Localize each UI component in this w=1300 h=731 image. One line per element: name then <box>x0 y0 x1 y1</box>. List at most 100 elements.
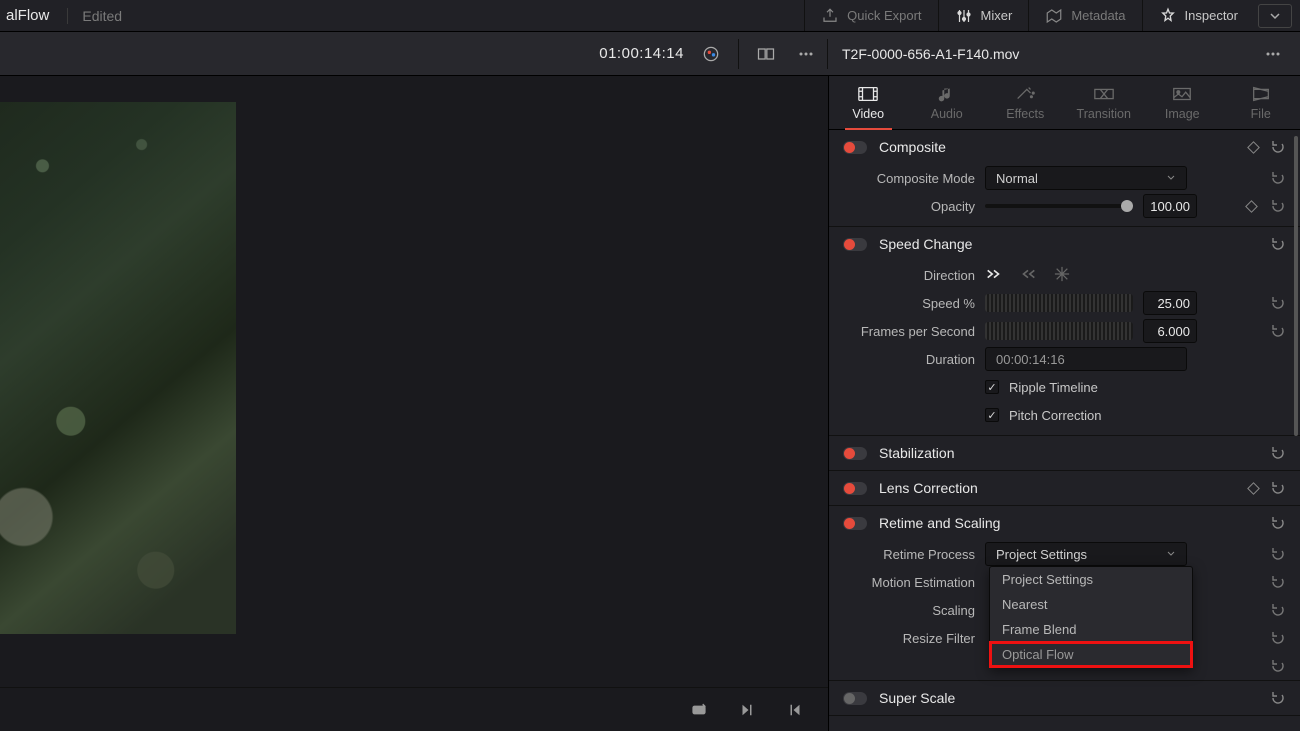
retime-extra-reset[interactable] <box>1270 658 1286 674</box>
speed-pct-slider[interactable] <box>985 294 1133 312</box>
fps-value[interactable]: 6.000 <box>1143 319 1197 343</box>
reverse-icon <box>1019 266 1037 282</box>
menu-item-nearest[interactable]: Nearest <box>990 592 1192 617</box>
pitch-checkbox[interactable] <box>985 408 999 422</box>
inspector-options-button[interactable] <box>1260 41 1286 67</box>
opacity-label: Opacity <box>843 199 975 214</box>
timecode-display: 01:00:14:14 <box>599 45 684 62</box>
scrollbar[interactable] <box>1294 136 1298 436</box>
speed-reset[interactable] <box>1270 236 1286 252</box>
tab-image[interactable]: Image <box>1143 76 1222 129</box>
chevron-down-icon <box>1166 549 1176 559</box>
loop-icon <box>690 701 708 719</box>
stabilization-toggle[interactable] <box>843 447 867 460</box>
speed-toggle[interactable] <box>843 238 867 251</box>
metadata-button[interactable]: Metadata <box>1028 0 1141 31</box>
transition-tab-icon <box>1093 85 1115 103</box>
superscale-reset[interactable] <box>1270 690 1286 706</box>
opacity-value[interactable]: 100.00 <box>1143 194 1197 218</box>
stabilization-title: Stabilization <box>879 445 1258 461</box>
retime-process-reset[interactable] <box>1270 546 1286 562</box>
composite-keyframe[interactable] <box>1247 141 1260 154</box>
chevron-down-icon <box>1166 173 1176 183</box>
lens-reset[interactable] <box>1270 480 1286 496</box>
mixer-button[interactable]: Mixer <box>938 0 1029 31</box>
ellipsis-icon <box>796 44 816 64</box>
opacity-slider[interactable] <box>985 204 1133 208</box>
retime-reset[interactable] <box>1270 515 1286 531</box>
tab-transition[interactable]: Transition <box>1065 76 1144 129</box>
dual-view-button[interactable] <box>753 41 779 67</box>
direction-forward-button[interactable] <box>985 266 1003 285</box>
effects-tab-icon <box>1014 85 1036 103</box>
color-scope-button[interactable] <box>698 41 724 67</box>
retime-title: Retime and Scaling <box>879 515 1258 531</box>
retime-process-dropdown[interactable]: Project Settings <box>985 542 1187 566</box>
chevron-down-icon <box>1269 11 1281 21</box>
ripple-checkbox[interactable] <box>985 380 999 394</box>
direction-label: Direction <box>843 268 975 283</box>
lens-keyframe[interactable] <box>1247 482 1260 495</box>
direction-freeze-button[interactable] <box>1053 266 1071 285</box>
viewer-area[interactable] <box>0 76 828 731</box>
color-wheel-icon <box>701 44 721 64</box>
duration-field[interactable]: 00:00:14:16 <box>985 347 1187 371</box>
motion-estimation-reset[interactable] <box>1270 574 1286 590</box>
next-clip-button[interactable] <box>734 697 760 723</box>
scaling-reset[interactable] <box>1270 602 1286 618</box>
tab-video[interactable]: Video <box>829 76 908 129</box>
viewer-options-button[interactable] <box>793 41 819 67</box>
file-tab-icon <box>1250 85 1272 103</box>
duration-label: Duration <box>843 352 975 367</box>
direction-reverse-button[interactable] <box>1019 266 1037 285</box>
snowflake-icon <box>1053 266 1071 282</box>
quick-export-button[interactable]: Quick Export <box>804 0 937 31</box>
fps-slider[interactable] <box>985 322 1133 340</box>
audio-tab-icon <box>936 85 958 103</box>
edited-label: Edited <box>67 8 122 24</box>
speed-pct-label: Speed % <box>843 296 975 311</box>
resize-filter-label: Resize Filter <box>843 631 975 646</box>
scaling-label: Scaling <box>843 603 975 618</box>
tab-file[interactable]: File <box>1222 76 1300 129</box>
resize-filter-reset[interactable] <box>1270 630 1286 646</box>
composite-mode-reset[interactable] <box>1270 170 1286 186</box>
composite-reset[interactable] <box>1270 139 1286 155</box>
superscale-toggle[interactable] <box>843 692 867 705</box>
menu-item-optical-flow[interactable]: Optical Flow <box>990 642 1192 667</box>
tab-audio[interactable]: Audio <box>908 76 987 129</box>
image-tab-icon <box>1171 85 1193 103</box>
export-icon <box>821 7 839 25</box>
next-icon <box>738 701 756 719</box>
dual-view-icon <box>756 44 776 64</box>
opacity-keyframe[interactable] <box>1245 200 1258 213</box>
speed-pct-reset[interactable] <box>1270 295 1286 311</box>
lens-toggle[interactable] <box>843 482 867 495</box>
loop-button[interactable] <box>686 697 712 723</box>
speed-pct-value[interactable]: 25.00 <box>1143 291 1197 315</box>
prev-icon <box>786 701 804 719</box>
lens-title: Lens Correction <box>879 480 1237 496</box>
tab-effects[interactable]: Effects <box>986 76 1065 129</box>
forward-icon <box>985 266 1003 282</box>
retime-process-label: Retime Process <box>843 547 975 562</box>
ripple-label: Ripple Timeline <box>1009 380 1098 395</box>
panel-dropdown[interactable] <box>1258 4 1292 28</box>
fps-reset[interactable] <box>1270 323 1286 339</box>
metadata-icon <box>1045 7 1063 25</box>
prev-clip-button[interactable] <box>782 697 808 723</box>
speed-title: Speed Change <box>879 236 1258 252</box>
retime-process-menu: Project Settings Nearest Frame Blend Opt… <box>989 566 1193 668</box>
opacity-reset[interactable] <box>1270 198 1286 214</box>
menu-item-project-settings[interactable]: Project Settings <box>990 567 1192 592</box>
stabilization-reset[interactable] <box>1270 445 1286 461</box>
retime-toggle[interactable] <box>843 517 867 530</box>
composite-toggle[interactable] <box>843 141 867 154</box>
inspector-button[interactable]: Inspector <box>1142 0 1254 31</box>
pitch-label: Pitch Correction <box>1009 408 1101 423</box>
composite-mode-dropdown[interactable]: Normal <box>985 166 1187 190</box>
superscale-title: Super Scale <box>879 690 1258 706</box>
clip-name: T2F-0000-656-A1-F140.mov <box>842 46 1260 62</box>
menu-item-frame-blend[interactable]: Frame Blend <box>990 617 1192 642</box>
frame-preview <box>0 102 236 634</box>
